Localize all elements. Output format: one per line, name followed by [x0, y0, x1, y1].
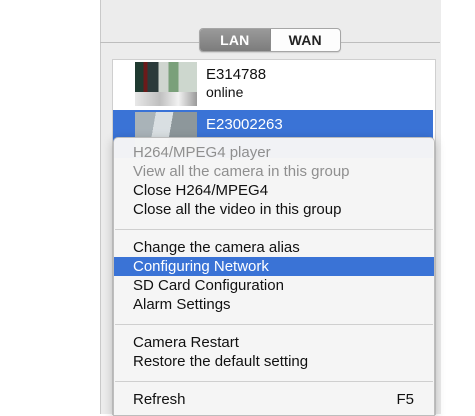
menu-separator — [115, 324, 433, 325]
menu-item-label: Camera Restart — [133, 334, 239, 351]
menu-item-label: H264/MPEG4 player — [133, 144, 271, 161]
menu-item-close-h264[interactable]: Close H264/MPEG4 — [114, 181, 434, 200]
camera-name: E23002263 — [206, 116, 283, 133]
menu-item-label: Close all the video in this group — [133, 201, 342, 218]
menu-item-camera-restart[interactable]: Camera Restart — [114, 333, 434, 352]
menu-item-label: View all the camera in this group — [133, 163, 350, 180]
menu-item-label: Refresh — [133, 391, 186, 408]
menu-item-label: Configuring Network — [133, 258, 269, 275]
menu-item-sd-card-config[interactable]: SD Card Configuration — [114, 276, 434, 295]
menu-item-label: Change the camera alias — [133, 239, 300, 256]
menu-item-restore-default[interactable]: Restore the default setting — [114, 352, 434, 371]
menu-item-label: SD Card Configuration — [133, 277, 284, 294]
menu-item-alarm-settings[interactable]: Alarm Settings — [114, 295, 434, 314]
menu-separator — [115, 229, 433, 230]
menu-item-label: Close H264/MPEG4 — [133, 182, 269, 199]
camera-thumbnail — [135, 62, 197, 106]
camera-name: E314788 — [206, 66, 267, 83]
menu-item-view-all-in-group: View all the camera in this group — [114, 162, 434, 181]
camera-row-e314788[interactable]: E314788 online — [113, 60, 433, 108]
lan-wan-segmented-control: LAN WAN — [199, 28, 341, 52]
menu-item-shortcut: F5 — [396, 391, 414, 408]
menu-separator — [115, 381, 433, 382]
menu-item-label: Alarm Settings — [133, 296, 231, 313]
menu-item-close-all-video[interactable]: Close all the video in this group — [114, 200, 434, 219]
menu-item-label: Restore the default setting — [133, 353, 309, 370]
menu-item-change-alias[interactable]: Change the camera alias — [114, 238, 434, 257]
menu-item-refresh[interactable]: Refresh F5 — [114, 390, 434, 409]
tab-lan[interactable]: LAN — [200, 29, 271, 51]
menu-item-configuring-network[interactable]: Configuring Network — [114, 257, 434, 276]
menu-item-h264-player: H264/MPEG4 player — [114, 143, 434, 162]
camera-context-menu: H264/MPEG4 player View all the camera in… — [113, 137, 435, 416]
tab-wan[interactable]: WAN — [271, 29, 341, 51]
camera-status: online — [206, 84, 244, 100]
